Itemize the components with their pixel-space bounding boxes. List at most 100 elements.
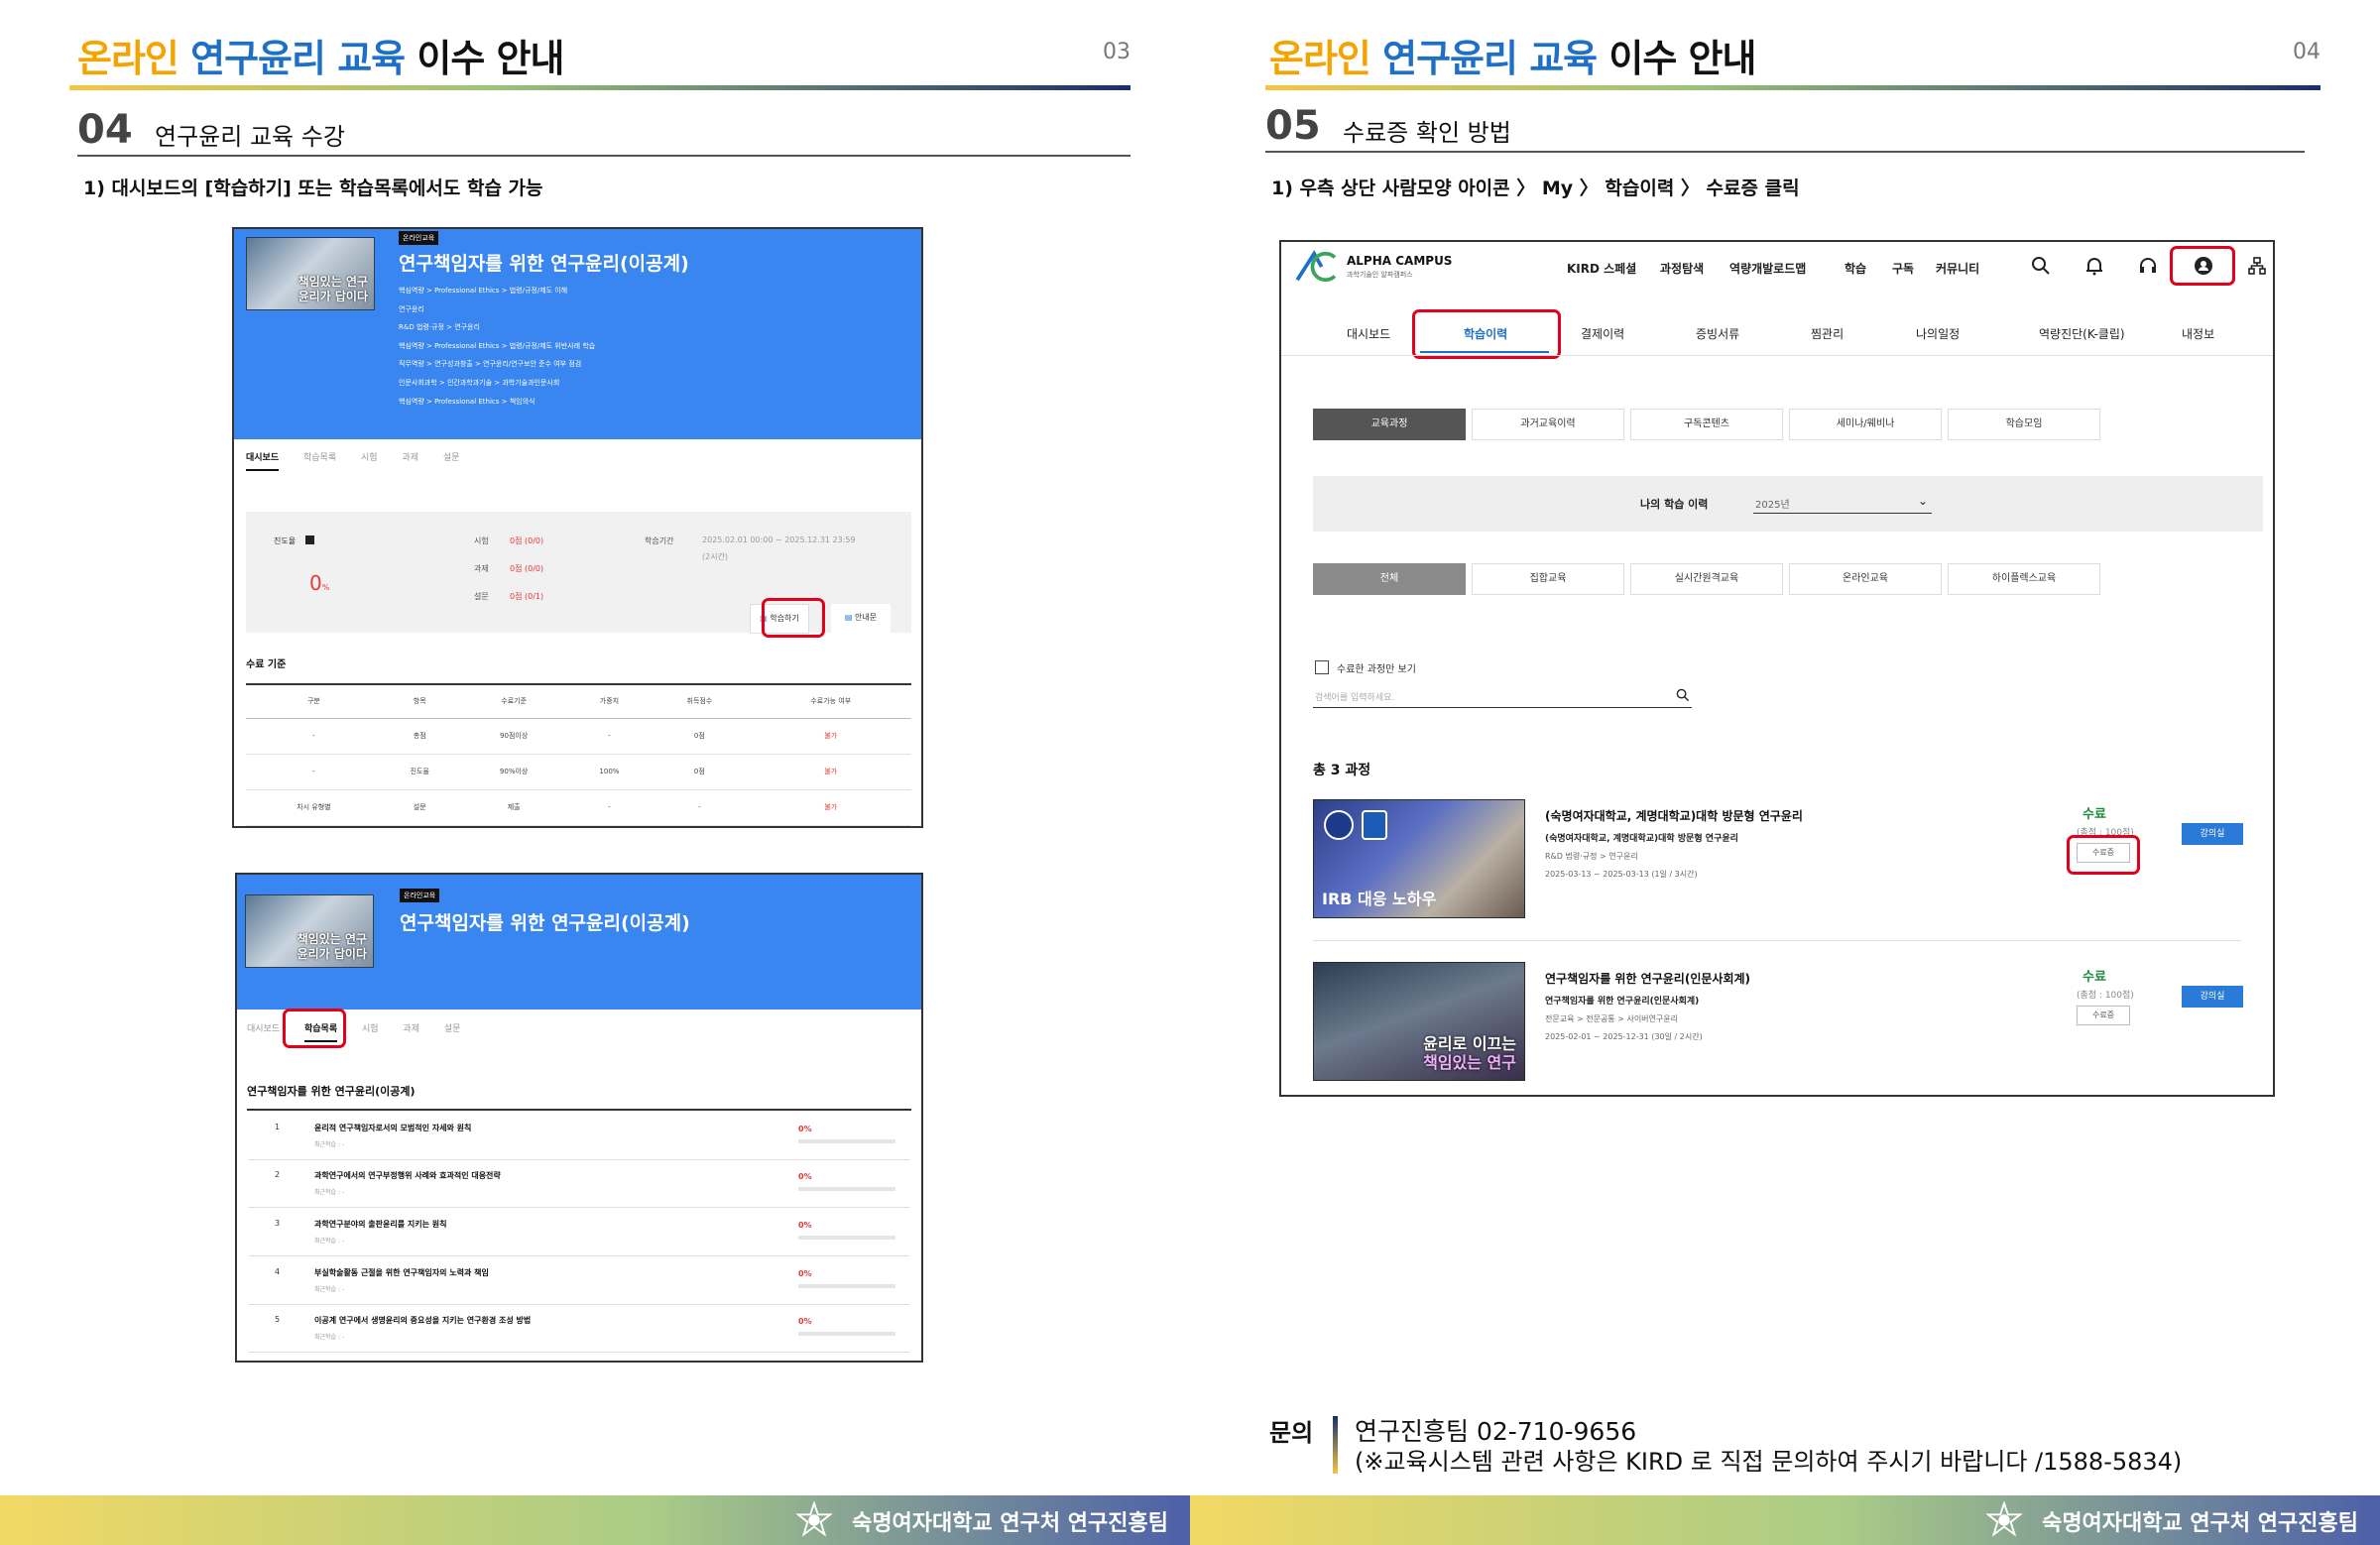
section-number: 04 <box>77 107 133 153</box>
study-list-screenshot: 책임있는 연구 윤리가 답이다 온라인교육 연구책임자를 위한 연구윤리(이공계… <box>235 873 923 1363</box>
nav-kird-special[interactable]: KIRD 스페셜 <box>1567 260 1636 277</box>
section-title: 연구윤리 교육 수강 <box>155 123 345 151</box>
nav-community[interactable]: 커뮤니티 <box>1936 260 1979 277</box>
section-header: 05 수료증 확인 방법 <box>1265 103 2305 153</box>
list-item[interactable]: 3 과학연구분야의 출판윤리를 지키는 원칙 최근학습 : - 0% <box>249 1209 909 1256</box>
subnav-dashboard[interactable]: 대시보드 <box>1347 325 1390 342</box>
checkbox-label: 수료한 과정만 보기 <box>1337 664 1416 675</box>
course-thumbnail: 책임있는 연구 윤리가 답이다 <box>246 237 375 310</box>
subnav-assessment[interactable]: 역량진단(K-클립) <box>2039 325 2125 342</box>
course-divider <box>1313 940 2241 941</box>
tab-exam[interactable]: 시험 <box>361 450 378 469</box>
table-row: - 진도율 90%이상 100% 0점 불가 <box>246 754 911 790</box>
course-thumbnail: 책임있는 연구 윤리가 답이다 <box>245 894 374 968</box>
tab-study-list[interactable]: 학습목록 <box>303 450 336 469</box>
info-icon <box>305 535 314 544</box>
completed-only-checkbox[interactable] <box>1315 660 1329 674</box>
sitemap-icon[interactable] <box>2247 256 2267 276</box>
tab-dashboard[interactable]: 대시보드 <box>247 1021 280 1040</box>
subnav-schedule[interactable]: 나의일정 <box>1916 325 1960 342</box>
dashboard-screenshot: 책임있는 연구 윤리가 답이다 온라인교육 연구책임자를 위한 연구윤리(이공계… <box>232 227 923 828</box>
footer-bar: 숙명여자대학교 연구처 연구진흥팀 <box>0 1495 1190 1545</box>
filter-online-edu[interactable]: 온라인교육 <box>1789 563 1942 595</box>
list-item[interactable]: 5 이공계 연구에서 생명윤리의 중요성을 지키는 연구환경 조성 방법 최근학… <box>249 1305 909 1353</box>
course-banner: 책임있는 연구 윤리가 답이다 온라인교육 연구책임자를 위한 연구윤리(이공계… <box>234 229 921 439</box>
bell-icon[interactable] <box>2084 256 2104 276</box>
filter-hiflex-edu[interactable]: 하이플렉스교육 <box>1948 563 2100 595</box>
headset-icon[interactable] <box>2138 256 2158 276</box>
contact-label: 문의 <box>1269 1419 1314 1447</box>
document-icon: ▤ <box>844 613 853 622</box>
category-line: 핵심역량 > Professional Ethics > 법령/규정/제도 이해 <box>399 287 568 295</box>
filter-subscription[interactable]: 구독콘텐츠 <box>1630 409 1783 440</box>
university-emblem-icon <box>795 1501 833 1537</box>
guide-button[interactable]: ▤ 안내문 <box>831 604 891 634</box>
tab-survey[interactable]: 설문 <box>443 450 460 469</box>
alpha-campus-logo-icon <box>1295 250 1337 283</box>
progress-bar <box>798 1284 895 1288</box>
logo-name: ALPHA CAMPUS <box>1347 254 1453 268</box>
instruction-text: 1) 대시보드의 [학습하기] 또는 학습목록에서도 학습 가능 <box>83 178 543 199</box>
page-number: 03 <box>1103 40 1130 64</box>
nav-course-search[interactable]: 과정탐색 <box>1660 260 1704 277</box>
nav-subscribe[interactable]: 구독 <box>1892 260 1914 277</box>
total-count: 총 3 과정 <box>1313 763 1371 778</box>
filter-study-group[interactable]: 학습모임 <box>1948 409 2100 440</box>
learning-history-screenshot: ALPHA CAMPUS 과학기술인 알파캠퍼스 KIRD 스페셜 과정탐색 역… <box>1279 240 2275 1097</box>
table-row: 차시 유형별 설문 제출 - - 불가 <box>246 789 911 826</box>
subnav-documents[interactable]: 증빙서류 <box>1696 325 1739 342</box>
progress-bar <box>798 1236 895 1240</box>
filter-course[interactable]: 교육과정 <box>1313 409 1466 440</box>
subnav-my-info[interactable]: 내정보 <box>2182 325 2214 342</box>
year-select[interactable]: 2025년 ⌄ <box>1753 492 1932 514</box>
course-title: 연구책임자를 위한 연구윤리(이공계) <box>399 253 689 275</box>
search-icon[interactable] <box>2031 256 2051 276</box>
filter-group-edu[interactable]: 집합교육 <box>1472 563 1624 595</box>
history-filter-bar: 나의 학습 이력 2025년 ⌄ <box>1313 476 2263 532</box>
progress-bar <box>798 1139 895 1143</box>
classroom-button[interactable]: 강의실 <box>2182 986 2243 1008</box>
nav-study[interactable]: 학습 <box>1844 260 1866 277</box>
emblem-icon <box>1324 810 1354 840</box>
page-left: 온라인 연구윤리 교육 이수 안내 03 04 연구윤리 교육 수강 1) 대시… <box>0 0 1190 1545</box>
criteria-table: 구분 항목 수료기준 가중치 취득점수 수료가능 여부 - 총점 90점이상 -… <box>246 683 911 826</box>
section-header: 04 연구윤리 교육 수강 <box>77 107 1130 157</box>
emblem-icon <box>1362 810 1387 840</box>
university-emblem-icon <box>1985 1501 2023 1537</box>
list-item[interactable]: 4 부실학술활동 근절을 위한 연구책임자의 노력과 책임 최근학습 : - 0… <box>249 1257 909 1305</box>
tab-exam[interactable]: 시험 <box>362 1021 379 1040</box>
certificate-button[interactable]: 수료증 <box>2077 1006 2130 1025</box>
footer-org: 숙명여자대학교 연구처 연구진흥팀 <box>2042 1511 2358 1536</box>
list-item[interactable]: 2 과학연구에서의 연구부정행위 사례와 효과적인 대응전략 최근학습 : - … <box>249 1160 909 1208</box>
tab-task[interactable]: 과제 <box>403 1021 419 1040</box>
course-tag: 온라인교육 <box>399 231 439 245</box>
course-image: IRB 대응 노하우 <box>1313 799 1525 918</box>
filter-all[interactable]: 전체 <box>1313 563 1466 595</box>
filter-past-history[interactable]: 과거교육이력 <box>1472 409 1624 440</box>
criteria-title: 수료 기준 <box>246 659 287 670</box>
search-input[interactable]: 검색어를 입력하세요. <box>1313 686 1692 708</box>
list-divider <box>247 1109 911 1111</box>
history-label: 나의 학습 이력 <box>1640 498 1709 511</box>
list-item[interactable]: 1 윤리적 연구책임자로서의 모범적인 자세와 원칙 최근학습 : - 0% <box>249 1113 909 1160</box>
subnav-favorites[interactable]: 찜관리 <box>1811 325 1844 342</box>
filter-realtime-edu[interactable]: 실시간원격교육 <box>1630 563 1783 595</box>
course-item: 윤리로 이끄는 책임있는 연구 연구책임자를 위한 연구윤리(인문사회계) 연구… <box>1313 962 2243 1095</box>
filter-seminar[interactable]: 세미나/웨비나 <box>1789 409 1942 440</box>
highlight-learning-history <box>1412 309 1561 359</box>
tab-dashboard[interactable]: 대시보드 <box>246 450 280 471</box>
search-icon[interactable] <box>1676 688 1690 702</box>
status-badge: 수료 <box>2082 807 2106 822</box>
section-title: 수료증 확인 방법 <box>1343 119 1511 147</box>
course-image: 윤리로 이끄는 책임있는 연구 <box>1313 962 1525 1081</box>
classroom-button[interactable]: 강의실 <box>2182 823 2243 845</box>
subnav-payment[interactable]: 결제이력 <box>1581 325 1624 342</box>
tab-task[interactable]: 과제 <box>402 450 418 469</box>
category-line: 핵심역량 > Professional Ethics > 책임의식 <box>399 398 536 406</box>
highlight-study-button <box>762 598 825 638</box>
section-number: 05 <box>1265 103 1321 149</box>
highlight-study-list-tab <box>283 1009 346 1048</box>
nav-roadmap[interactable]: 역량개발로드맵 <box>1729 260 1806 277</box>
tab-survey[interactable]: 설문 <box>444 1021 461 1040</box>
highlight-certificate-button <box>2067 835 2140 875</box>
